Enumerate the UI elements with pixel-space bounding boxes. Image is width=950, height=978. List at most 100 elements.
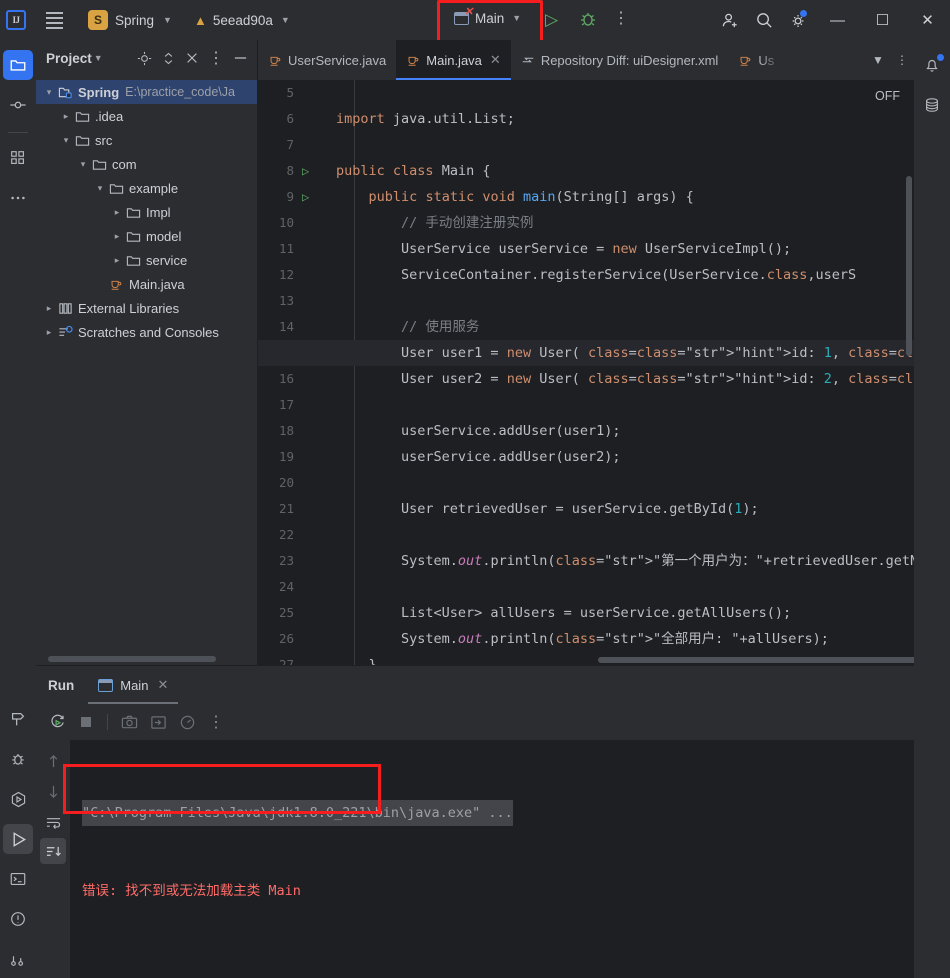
tree-item-main-java[interactable]: Main.java: [36, 272, 257, 296]
expand-collapse-icon[interactable]: [157, 47, 179, 69]
code-editor[interactable]: 5678▷9▷101112131415161718192021222324252…: [258, 80, 914, 665]
sidebar-item-structure[interactable]: [3, 143, 33, 173]
tree-item-src[interactable]: ▾ src: [36, 128, 257, 152]
scratches-icon: [56, 325, 74, 340]
debug-icon[interactable]: [578, 9, 598, 29]
chevron-right-icon[interactable]: ▸: [42, 327, 56, 338]
run-icon[interactable]: ▷: [545, 10, 558, 30]
editor-tab-main-java[interactable]: Main.java ✕: [396, 40, 511, 80]
minimize-button[interactable]: —: [815, 0, 860, 40]
run-config-icon: [98, 678, 114, 692]
tree-item-service[interactable]: ▸ service: [36, 248, 257, 272]
more-vertical-icon[interactable]: ⋮: [203, 709, 229, 735]
run-config-name: Main: [475, 10, 505, 26]
tree-item-external-libraries[interactable]: ▸ External Libraries: [36, 296, 257, 320]
run-configuration-selector[interactable]: ✕ Main ▼: [444, 3, 531, 33]
editor-horizontal-scrollbar[interactable]: [598, 657, 914, 663]
sidebar-item-commit[interactable]: [3, 90, 33, 120]
sidebar-item-terminal[interactable]: [3, 864, 33, 894]
down-arrow-icon[interactable]: [40, 778, 66, 804]
code-line: ServiceContainer.registerService(UserSer…: [336, 267, 857, 283]
sidebar-item-version-control[interactable]: [3, 944, 33, 974]
line-number: 25: [278, 605, 294, 620]
close-button[interactable]: ✕: [905, 0, 950, 40]
up-arrow-icon[interactable]: [40, 748, 66, 774]
editor-tab-label: Main.java: [426, 52, 482, 68]
scroll-to-end-icon[interactable]: [40, 838, 66, 864]
notifications-icon[interactable]: [917, 50, 947, 80]
chevron-down-icon[interactable]: ▾: [59, 135, 73, 146]
warning-triangle-icon: ▲: [193, 12, 207, 28]
stop-icon[interactable]: [73, 709, 99, 735]
editor-tab-userservice-java[interactable]: UserService.java: [258, 40, 396, 80]
sidebar-item-problems[interactable]: [3, 904, 33, 934]
chevron-right-icon[interactable]: ▸: [59, 111, 73, 122]
tree-item--idea[interactable]: ▸ .idea: [36, 104, 257, 128]
line-number: 16: [278, 371, 294, 386]
line-number: 6: [286, 111, 294, 126]
maximize-button[interactable]: ☐: [860, 0, 905, 40]
dump-threads-icon[interactable]: [145, 709, 171, 735]
chevron-right-icon[interactable]: ▸: [110, 231, 124, 242]
tree-item-com[interactable]: ▾ com: [36, 152, 257, 176]
rerun-icon[interactable]: [44, 709, 70, 735]
project-selector[interactable]: S Spring ▼: [82, 7, 178, 33]
hide-panel-icon[interactable]: [229, 47, 251, 69]
more-vertical-icon[interactable]: ⋮: [890, 40, 914, 80]
database-icon[interactable]: [917, 90, 947, 120]
console-output[interactable]: "C:\Program Files\Java\jdk1.8.0_221\bin\…: [63, 740, 914, 978]
editor-vertical-scrollbar[interactable]: [906, 176, 912, 356]
chevron-down-icon[interactable]: ▾: [76, 159, 90, 170]
java-icon: [268, 53, 282, 67]
collapse-all-icon[interactable]: [181, 47, 203, 69]
tree-item-spring[interactable]: ▾ Spring E:\practice_code\Ja: [36, 80, 257, 104]
editor-tab-us[interactable]: Us: [728, 40, 784, 80]
line-number: 14: [278, 319, 294, 334]
sidebar-item-debug[interactable]: [3, 744, 33, 774]
inspections-widget[interactable]: OFF: [875, 83, 900, 109]
command-line-text: "C:\Program Files\Java\jdk1.8.0_221\bin\…: [82, 800, 513, 826]
editor-tab-repository-diff-uidesigner-xml[interactable]: Repository Diff: uiDesigner.xml: [511, 40, 729, 80]
chevron-down-icon[interactable]: ▼: [866, 40, 890, 80]
soft-wrap-icon[interactable]: [40, 808, 66, 834]
editor-gutter[interactable]: 5678▷9▷101112131415161718192021222324252…: [258, 80, 336, 665]
gutter-run-icon[interactable]: ▷: [302, 184, 309, 210]
more-vertical-icon[interactable]: ⋮: [613, 8, 629, 30]
add-account-icon[interactable]: [713, 0, 747, 40]
hamburger-menu-icon[interactable]: [40, 6, 68, 34]
project-badge-letter: S: [93, 13, 102, 27]
chevron-down-icon[interactable]: ▼: [94, 53, 103, 63]
gear-icon[interactable]: [781, 0, 815, 40]
sidebar-item-run[interactable]: [3, 824, 33, 854]
tree-item-impl[interactable]: ▸ Impl: [36, 200, 257, 224]
chevron-down-icon[interactable]: ▾: [42, 87, 56, 98]
search-icon[interactable]: [747, 0, 781, 40]
sidebar-item-services[interactable]: [3, 784, 33, 814]
tree-item-label: Main.java: [129, 276, 185, 292]
locate-icon[interactable]: [133, 47, 155, 69]
profiler-icon[interactable]: [174, 709, 200, 735]
chevron-right-icon[interactable]: ▸: [42, 303, 56, 314]
tree-item-scratches-and-consoles[interactable]: ▸ Scratches and Consoles: [36, 320, 257, 344]
close-icon[interactable]: ✕: [157, 677, 168, 693]
chevron-down-icon[interactable]: ▾: [93, 183, 107, 194]
sidebar-item-project[interactable]: [3, 50, 33, 80]
gutter-run-icon[interactable]: ▷: [302, 158, 309, 184]
close-icon[interactable]: ✕: [490, 52, 501, 68]
sidebar-item-build[interactable]: [3, 704, 33, 734]
tree-item-example[interactable]: ▾ example: [36, 176, 257, 200]
project-panel-title: Project: [46, 50, 92, 66]
title-bar-right-actions: — ☐ ✕: [713, 0, 950, 40]
options-icon[interactable]: ⋮: [205, 47, 227, 69]
camera-icon[interactable]: [116, 709, 142, 735]
line-number: 8: [286, 163, 294, 178]
run-config-icon: ✕: [454, 6, 473, 25]
chevron-right-icon[interactable]: ▸: [110, 255, 124, 266]
branch-selector[interactable]: ▲ 5eead90a ▼: [194, 13, 290, 28]
tree-item-model[interactable]: ▸ model: [36, 224, 257, 248]
project-horizontal-scrollbar[interactable]: [48, 656, 216, 662]
run-tab-main[interactable]: Main ✕: [88, 666, 179, 704]
sidebar-item-more[interactable]: [3, 183, 33, 213]
chevron-right-icon[interactable]: ▸: [110, 207, 124, 218]
